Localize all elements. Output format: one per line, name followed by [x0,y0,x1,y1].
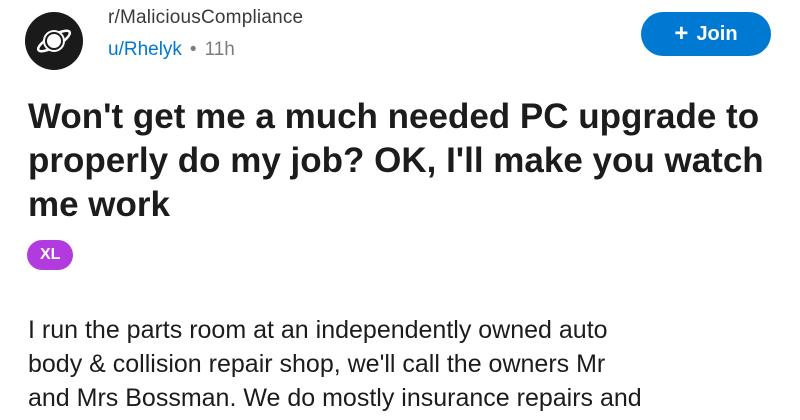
body-line: body & collision repair shop, we'll call… [28,350,606,378]
post-meta: r/MaliciousCompliance u/Rhelyk • 11h [108,6,303,62]
post-time: 11h [204,39,235,60]
body-line: and Mrs Bossman. We do mostly insurance … [28,384,642,412]
byline: u/Rhelyk • 11h [108,38,303,62]
plus-icon: + [674,20,689,47]
subreddit-link[interactable]: r/MaliciousCompliance [108,6,303,30]
join-label: Join [696,22,738,45]
join-button[interactable]: + Join [641,12,771,56]
post-header: r/MaliciousCompliance u/Rhelyk • 11h + J… [0,0,800,80]
post-body: I run the parts room at an independently… [28,313,768,415]
subreddit-avatar[interactable] [25,12,83,70]
planet-icon [36,29,72,53]
separator-dot: • [189,39,197,60]
post-title[interactable]: Won't get me a much needed PC upgrade to… [28,95,768,227]
username-link[interactable]: u/Rhelyk [108,38,182,62]
flair-badge[interactable]: XL [27,240,74,270]
body-line: I run the parts room at an independently… [28,316,608,344]
